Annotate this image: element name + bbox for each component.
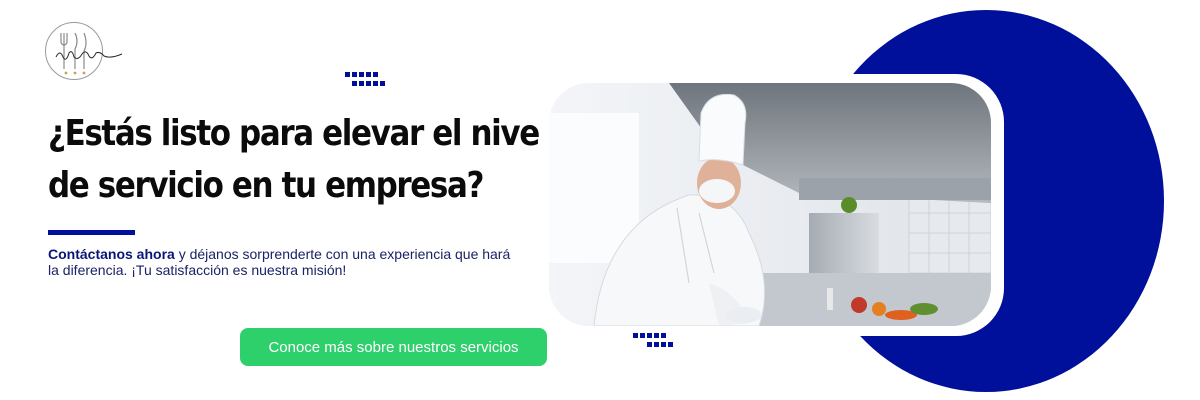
- chef-kitchen-photo: [549, 83, 991, 326]
- description-bold: Contáctanos ahora: [48, 246, 175, 262]
- description-text: Contáctanos ahora y déjanos sorprenderte…: [48, 246, 518, 278]
- headline-divider: [48, 230, 135, 235]
- monogram-logo-icon: [45, 22, 123, 80]
- headline-line-2: de servicio en tu empresa?: [48, 165, 484, 206]
- decorative-dots-bottom: [633, 333, 675, 347]
- headline-line-1: ¿Estás listo para elevar el nivel: [48, 113, 549, 154]
- headline: ¿Estás listo para elevar el nivel de ser…: [48, 108, 549, 212]
- services-cta-button[interactable]: Conoce más sobre nuestros servicios: [240, 328, 547, 366]
- decorative-dots-top: [345, 72, 387, 86]
- promo-banner: ¿Estás listo para elevar el nivel de ser…: [0, 0, 1200, 400]
